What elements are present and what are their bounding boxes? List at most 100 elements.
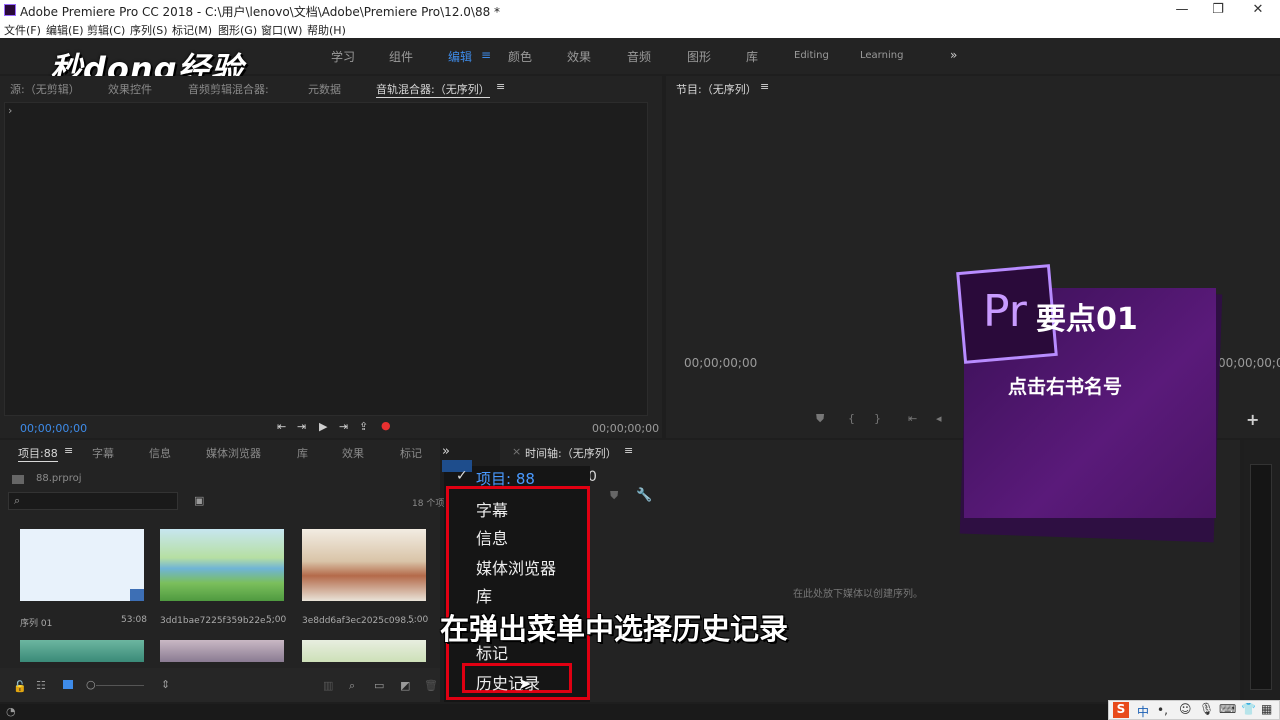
tab-project[interactable]: 项目:88: [18, 445, 58, 462]
thumb-image-2[interactable]: [302, 529, 426, 601]
mouse-cursor-icon: ➤: [518, 674, 532, 693]
menu-clip[interactable]: 剪辑(C): [87, 22, 125, 38]
step-forward-icon[interactable]: ⇥: [339, 420, 348, 433]
tab-markers[interactable]: 标记: [400, 445, 422, 461]
item-duration: 5:00: [266, 615, 287, 625]
maximize-icon[interactable]: ❐: [1208, 2, 1228, 17]
timeline-marker-icon[interactable]: ⛊: [610, 489, 618, 503]
menu-edit[interactable]: 编辑(E): [46, 22, 84, 38]
add-button-icon[interactable]: +: [1246, 410, 1259, 429]
menu-marker[interactable]: 标记(M): [172, 22, 212, 38]
menu-item-info[interactable]: 信息: [476, 525, 508, 549]
project-menu-icon[interactable]: ≡: [64, 444, 73, 457]
record-icon[interactable]: ●: [381, 419, 391, 432]
menu-item-captions[interactable]: 字幕: [476, 497, 508, 521]
sequence-icon: [130, 589, 144, 601]
thumb-image-4[interactable]: [160, 640, 284, 662]
menu-item-libraries[interactable]: 库: [476, 583, 492, 607]
minimize-icon[interactable]: —: [1172, 2, 1192, 17]
list-view-icon[interactable]: ☷: [36, 679, 46, 692]
tab-timeline[interactable]: 时间轴:（无序列）: [525, 445, 617, 461]
thumb-sequence-01[interactable]: [20, 529, 144, 601]
automate-icon[interactable]: ▥: [323, 679, 333, 692]
thumb-image-3[interactable]: [20, 640, 144, 662]
sort-icon[interactable]: ⇕: [161, 678, 170, 691]
ime-punctuation-icon[interactable]: •,: [1157, 703, 1168, 717]
step-forward-in-icon[interactable]: ⇥: [297, 420, 306, 433]
source-timecode-left: 00;00;00;00: [20, 422, 88, 435]
step-back-icon[interactable]: ⇤: [277, 420, 286, 433]
source-monitor: [4, 102, 648, 416]
wrench-icon[interactable]: 🔧: [636, 488, 652, 503]
play-icon[interactable]: ▶: [319, 420, 327, 433]
ime-skin-icon[interactable]: 👕: [1241, 702, 1256, 716]
panel-menu-icon[interactable]: ≡: [496, 80, 505, 93]
workspace-overflow-icon[interactable]: »: [950, 48, 957, 62]
zoom-slider[interactable]: [96, 685, 144, 686]
ime-chinese-mode[interactable]: 中: [1137, 703, 1149, 720]
trash-icon[interactable]: 🗑: [424, 679, 438, 692]
workspace-color[interactable]: 颜色: [508, 48, 532, 65]
workspace-editing-en[interactable]: Editing: [794, 50, 829, 61]
tab-source[interactable]: 源:（无剪辑）: [10, 81, 80, 97]
workspace-learn[interactable]: 学习: [331, 48, 355, 65]
ime-menu-icon[interactable]: ▦: [1261, 702, 1272, 716]
menu-graphics[interactable]: 图形(G): [218, 22, 257, 38]
go-to-in-icon[interactable]: ⇤: [908, 412, 917, 425]
tab-audio-clip-mixer[interactable]: 音频剪辑混合器:: [188, 81, 269, 97]
tab-info[interactable]: 信息: [149, 445, 171, 461]
tab-effect-controls[interactable]: 效果控件: [108, 81, 152, 97]
menu-sequence[interactable]: 序列(S): [130, 22, 168, 38]
mark-out-icon[interactable]: }: [874, 412, 881, 425]
workspace-libraries[interactable]: 库: [746, 48, 758, 65]
status-icon: ◔: [6, 705, 16, 718]
project-search-input[interactable]: [8, 492, 178, 510]
tab-captions[interactable]: 字幕: [92, 445, 114, 461]
thumb-image-5[interactable]: [302, 640, 426, 662]
new-bin-icon[interactable]: ▣: [194, 494, 204, 507]
workspace-graphics[interactable]: 图形: [687, 48, 711, 65]
workspace-learning-en[interactable]: Learning: [860, 50, 903, 61]
source-timecode-right: 00;00;00;00: [592, 422, 660, 435]
workspace-effects[interactable]: 效果: [567, 48, 591, 65]
mark-in-icon[interactable]: {: [848, 412, 855, 425]
tab-metadata[interactable]: 元数据: [308, 81, 341, 97]
sogou-icon[interactable]: S: [1113, 702, 1129, 718]
export-icon[interactable]: ⇪: [359, 420, 368, 433]
workspace-audio[interactable]: 音频: [627, 48, 651, 65]
new-item-icon[interactable]: ◩: [400, 679, 410, 692]
workspace-menu-icon[interactable]: ≡: [481, 48, 491, 62]
timeline-close-icon[interactable]: ×: [512, 445, 521, 458]
workspace-assembly[interactable]: 组件: [389, 48, 413, 65]
tabs-overflow-icon[interactable]: »: [442, 444, 450, 459]
ime-toolbar: S 中 •, ☺ 🎙 ⌨ 👕 ▦: [1108, 700, 1280, 720]
audio-meter: [1244, 440, 1280, 702]
step-back-frame-icon[interactable]: ◂: [936, 412, 942, 425]
thumb-image-1[interactable]: [160, 529, 284, 601]
find-icon[interactable]: ⌕: [349, 679, 355, 693]
expand-chevron-icon[interactable]: ›: [8, 104, 12, 117]
workspace-editing[interactable]: 编辑: [448, 48, 472, 65]
tab-libraries[interactable]: 库: [297, 445, 308, 461]
lock-icon[interactable]: 🔓: [13, 680, 27, 693]
zoom-slider-knob[interactable]: ○: [86, 678, 96, 691]
close-icon[interactable]: ✕: [1248, 2, 1268, 17]
tab-media-browser[interactable]: 媒体浏览器: [206, 445, 261, 461]
new-folder-icon[interactable]: ▭: [374, 679, 384, 692]
menu-file[interactable]: 文件(F): [4, 22, 41, 38]
menu-help[interactable]: 帮助(H): [307, 22, 346, 38]
tab-effects[interactable]: 效果: [342, 445, 364, 461]
ime-emoji-icon[interactable]: ☺: [1179, 702, 1192, 716]
ime-voice-icon[interactable]: 🎙: [1199, 702, 1214, 716]
tab-audio-track-mixer[interactable]: 音轨混合器:（无序列）: [376, 81, 490, 98]
program-menu-icon[interactable]: ≡: [760, 80, 769, 93]
menu-item-media-browser[interactable]: 媒体浏览器: [476, 555, 556, 579]
icon-view-icon[interactable]: [63, 680, 73, 689]
program-timecode-left: 00;00;00;00: [684, 356, 758, 370]
add-marker-icon[interactable]: ⛊: [816, 412, 824, 426]
menu-window[interactable]: 窗口(W): [261, 22, 302, 38]
timeline-menu-icon[interactable]: ≡: [624, 444, 633, 457]
ime-keyboard-icon[interactable]: ⌨: [1219, 702, 1236, 716]
item-label: 序列 01: [20, 619, 53, 629]
tab-program[interactable]: 节目:（无序列）: [676, 81, 757, 97]
